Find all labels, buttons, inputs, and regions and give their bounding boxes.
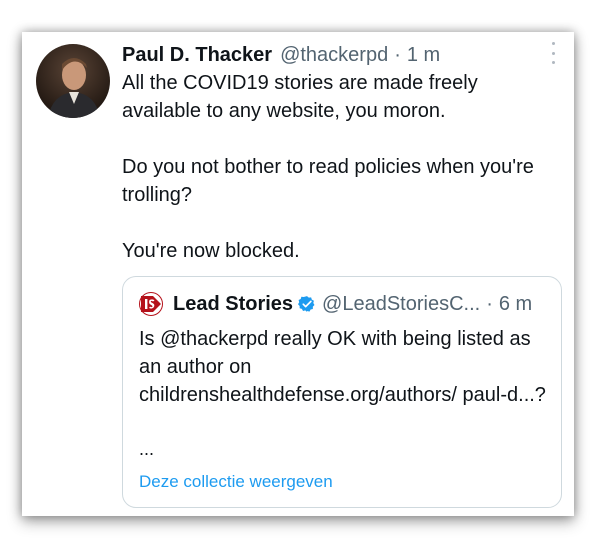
tweet-header: Paul D. Thacker @thackerpd · 1 m: [122, 42, 440, 68]
quoted-tweet-text: Is @thackerpd really OK with being liste…: [139, 328, 546, 406]
tweet-paragraph: All the COVID19 stories are made freely …: [122, 72, 478, 122]
verified-badge-icon: [298, 296, 315, 312]
author-name[interactable]: Paul D. Thacker: [122, 42, 272, 68]
author-handle[interactable]: @thackerpd: [280, 42, 388, 68]
tweet-body: All the COVID19 stories are made freely …: [122, 69, 562, 265]
header-separator: ·: [394, 44, 401, 66]
quoted-tweet[interactable]: Lead Stories @LeadStoriesC... · 6 m Is @…: [122, 276, 562, 508]
more-vertical-icon[interactable]: [548, 42, 558, 64]
quoted-author-handle[interactable]: @LeadStoriesC...: [322, 291, 480, 317]
tweet-timestamp[interactable]: 1 m: [407, 42, 440, 68]
quoted-header-separator: ·: [486, 293, 493, 315]
author-avatar[interactable]: [36, 44, 110, 118]
tweet-paragraph: You're now blocked.: [122, 240, 300, 262]
quoted-tweet-timestamp[interactable]: 6 m: [499, 291, 532, 317]
lead-stories-logo-icon: [139, 292, 163, 316]
quoted-tweet-ellipsis: ...: [139, 439, 155, 459]
avatar-photo: [36, 44, 110, 118]
quoted-author-name[interactable]: Lead Stories: [173, 291, 293, 317]
tweet-paragraph: Do you not bother to read policies when …: [122, 156, 534, 206]
tweet-card: Paul D. Thacker @thackerpd · 1 m All the…: [22, 32, 574, 516]
view-collection-link[interactable]: Deze collectie weergeven: [139, 471, 333, 493]
quoted-tweet-header: Lead Stories @LeadStoriesC... · 6 m: [139, 291, 549, 317]
